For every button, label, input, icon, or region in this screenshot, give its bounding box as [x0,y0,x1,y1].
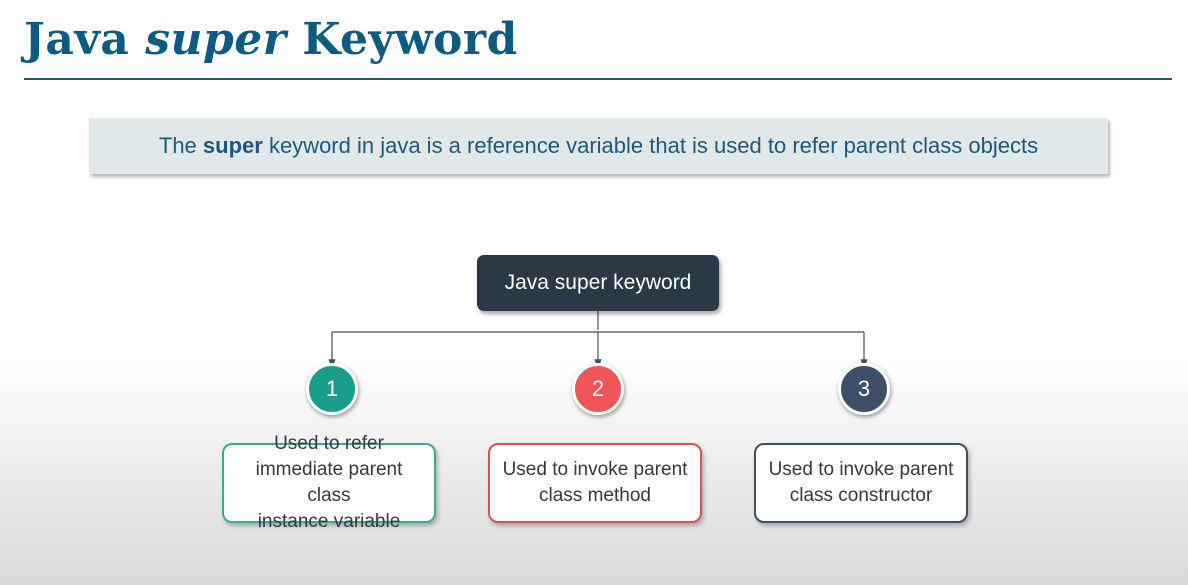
usage-card-text: Used to invoke parent class method [502,459,688,506]
number-badge-2: 2 [572,363,624,415]
root-node: Java super keyword [477,255,719,311]
usage-card-text: Used to refer immediate parent class ins… [255,433,403,532]
number-badge-label: 2 [591,376,605,401]
number-badge-1: 1 [306,363,358,415]
usage-card-2: Used to invoke parent class method [488,443,702,523]
usage-card-3: Used to invoke parent class constructor [754,443,968,523]
usage-card-1: Used to refer immediate parent class ins… [222,433,436,532]
number-badge-3: 3 [838,363,890,415]
root-label: Java super keyword [504,271,692,294]
usage-card-text: Used to invoke parent class constructor [768,459,954,506]
number-badge-label: 1 [325,376,339,401]
number-badge-label: 3 [857,376,871,401]
